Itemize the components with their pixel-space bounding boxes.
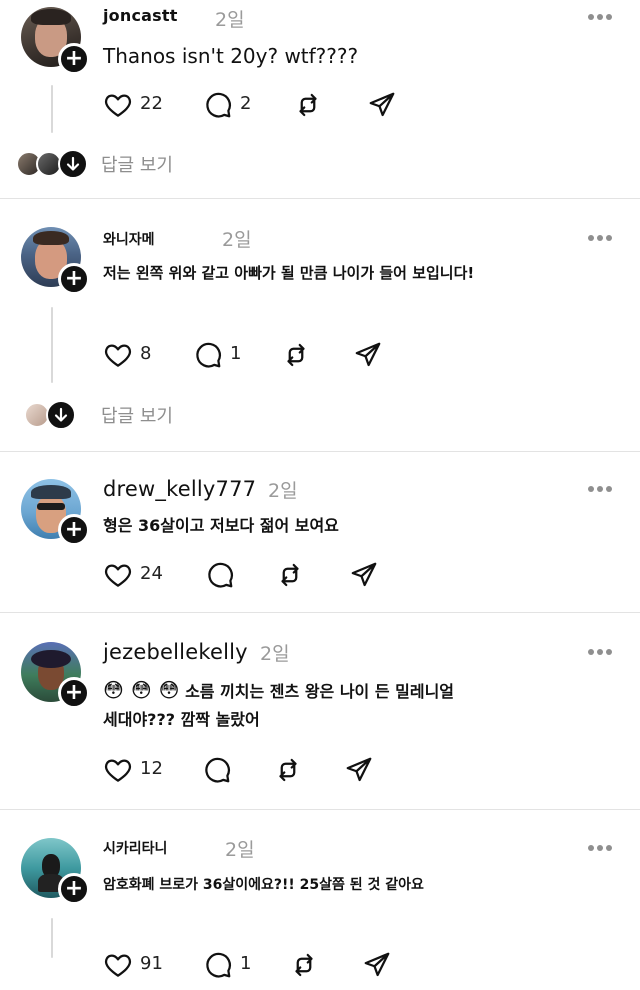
timestamp: 2일 (222, 229, 252, 251)
comment-button[interactable]: 1 (203, 950, 263, 980)
arrow-down-icon (46, 400, 76, 430)
comment-bubble-icon (196, 342, 221, 368)
action-bar: 24 (103, 560, 403, 590)
comment-text: 암호화폐 브로가 36살이에요?!! 25살쯤 된 것 같아요 (103, 877, 424, 893)
like-button[interactable]: 12 (103, 755, 173, 785)
like-count: 24 (140, 563, 163, 584)
comment-button[interactable]: 2 (203, 90, 263, 120)
repost-button[interactable] (273, 755, 307, 785)
comment-bubble-icon (205, 757, 230, 783)
comment-text-line2: 세대야??? 깜짝 놀랐어 (103, 710, 260, 729)
comment-button[interactable] (202, 755, 236, 785)
share-button[interactable] (362, 950, 396, 980)
follow-plus-icon[interactable]: + (58, 677, 90, 709)
comment-text: 저는 왼쪽 위와 같고 아빠가 될 만큼 나이가 들어 보입니다! (103, 264, 475, 282)
like-count: 8 (140, 343, 152, 364)
comment-text: 형은 36살이고 저보다 젊어 보여요 (103, 516, 339, 535)
username[interactable]: 시카리타니 (103, 838, 167, 858)
more-dots-icon[interactable] (588, 235, 614, 243)
heart-icon (104, 344, 132, 367)
comment-post: + jezebellekelly 2일 😳 😳 😳 소름 끼치는 젠츠 왕은 나… (0, 613, 640, 809)
comment-text-line1: 소름 끼치는 젠츠 왕은 나이 든 밀레니얼 (185, 682, 455, 701)
repost-button[interactable] (293, 90, 327, 120)
heart-icon (104, 564, 132, 587)
repost-arrows-icon (299, 93, 317, 117)
timestamp: 2일 (215, 9, 245, 31)
comment-bubble-icon (206, 92, 231, 118)
comment-count: 1 (230, 343, 242, 364)
repost-button[interactable] (289, 950, 323, 980)
heart-icon (104, 759, 132, 782)
share-button[interactable] (349, 560, 383, 590)
send-paper-plane-icon (346, 757, 372, 782)
view-replies-label[interactable]: 답글 보기 (101, 402, 173, 428)
like-count: 22 (140, 93, 163, 114)
comment-post: + 와니자메 2일 저는 왼쪽 위와 같고 아빠가 될 만큼 나이가 들어 보입… (0, 199, 640, 451)
comment-post: + 시카리타니 2일 암호화폐 브로가 36살이에요?!! 25살쯤 된 것 같… (0, 810, 640, 990)
username[interactable]: joncastt (103, 6, 178, 25)
send-paper-plane-icon (355, 342, 381, 367)
follow-plus-icon[interactable]: + (58, 873, 90, 905)
thread-line (51, 918, 53, 958)
comment-text: 😳 😳 😳 소름 끼치는 젠츠 왕은 나이 든 밀레니얼 (103, 676, 454, 706)
action-bar: 8 1 (103, 340, 403, 370)
username[interactable]: 와니자메 (103, 229, 155, 249)
like-button[interactable]: 24 (103, 560, 173, 590)
view-replies-label[interactable]: 답글 보기 (101, 151, 173, 177)
username[interactable]: jezebellekelly (103, 640, 248, 664)
send-paper-plane-icon (364, 952, 390, 977)
follow-plus-icon[interactable]: + (58, 263, 90, 295)
comment-count: 1 (240, 953, 252, 974)
like-count: 91 (140, 953, 163, 974)
view-replies-row[interactable]: 답글 보기 (16, 148, 316, 180)
thread-line (51, 307, 53, 383)
emoji-flushed: 😳 😳 😳 (103, 678, 180, 702)
view-replies-row[interactable]: 답글 보기 (16, 399, 316, 431)
like-button[interactable]: 22 (103, 90, 163, 120)
like-button[interactable]: 91 (103, 950, 173, 980)
repost-button[interactable] (281, 340, 315, 370)
heart-icon (104, 954, 132, 977)
comment-post: + joncastt 2일 Thanos isn't 20y? wtf???? … (0, 0, 640, 198)
comment-button[interactable] (205, 560, 239, 590)
comment-button[interactable]: 1 (193, 340, 253, 370)
timestamp: 2일 (260, 643, 290, 665)
heart-icon (104, 94, 132, 117)
repost-arrows-icon (281, 563, 299, 587)
more-dots-icon[interactable] (588, 845, 614, 853)
arrow-down-icon (58, 149, 88, 179)
more-dots-icon[interactable] (588, 486, 614, 494)
timestamp: 2일 (268, 480, 298, 502)
action-bar: 91 1 (103, 950, 403, 980)
repost-arrows-icon (295, 953, 313, 977)
comment-text: Thanos isn't 20y? wtf???? (103, 44, 359, 68)
like-count: 12 (140, 758, 163, 779)
thread-line (51, 85, 53, 133)
follow-plus-icon[interactable]: + (58, 43, 90, 75)
comment-count: 2 (240, 93, 252, 114)
send-paper-plane-icon (369, 92, 395, 117)
repost-button[interactable] (275, 560, 309, 590)
repost-arrows-icon (287, 343, 305, 367)
like-button[interactable]: 8 (103, 340, 163, 370)
more-dots-icon[interactable] (588, 14, 614, 22)
action-bar: 22 2 (103, 90, 403, 120)
username[interactable]: drew_kelly777 (103, 477, 256, 501)
follow-plus-icon[interactable]: + (58, 514, 90, 546)
repost-arrows-icon (279, 758, 297, 782)
timestamp: 2일 (225, 839, 255, 861)
send-paper-plane-icon (351, 562, 377, 587)
share-button[interactable] (344, 755, 378, 785)
more-dots-icon[interactable] (588, 649, 614, 657)
comment-post: + drew_kelly777 2일 형은 36살이고 저보다 젊어 보여요 2… (0, 452, 640, 612)
comment-bubble-icon (206, 952, 231, 978)
share-button[interactable] (367, 90, 401, 120)
action-bar: 12 (103, 755, 403, 785)
comment-bubble-icon (208, 562, 233, 588)
share-button[interactable] (353, 340, 387, 370)
